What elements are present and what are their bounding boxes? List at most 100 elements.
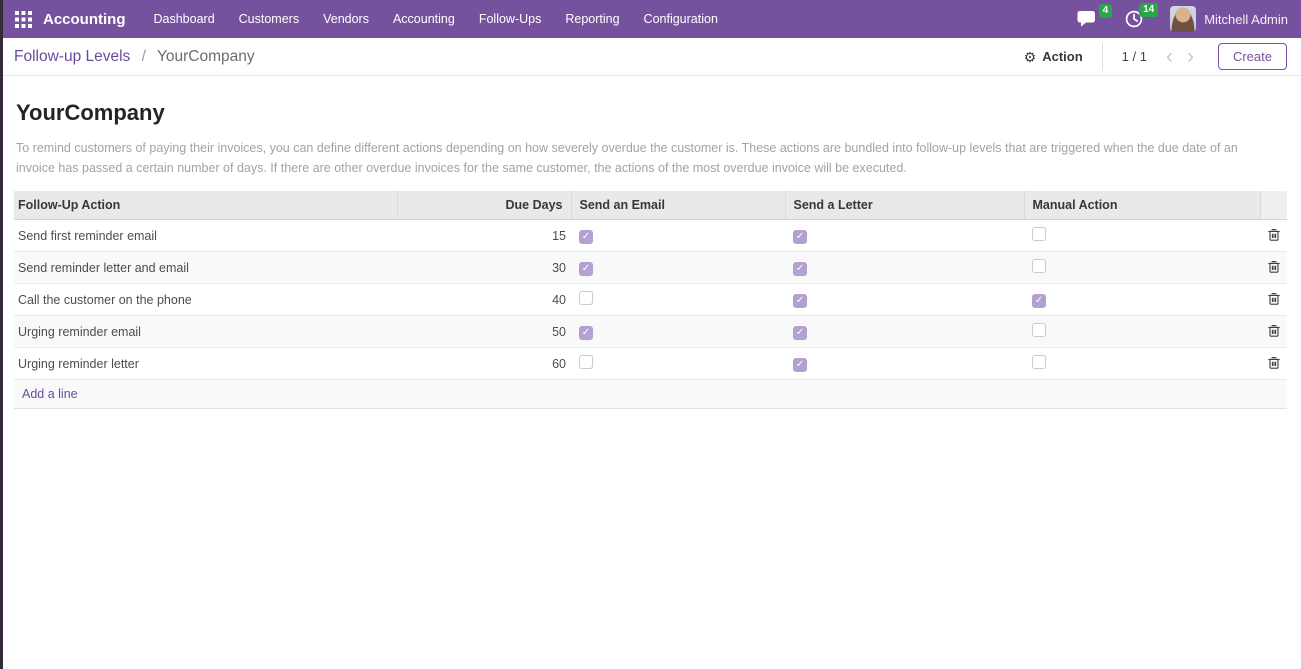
form-view: YourCompany To remind customers of payin… — [0, 76, 1301, 409]
breadcrumb-separator: / — [142, 48, 146, 65]
trash-icon — [1268, 356, 1280, 369]
pager-next-button[interactable]: › — [1180, 46, 1201, 67]
cell-manual-action — [1024, 252, 1260, 284]
column-header-due-days[interactable]: Due Days — [397, 191, 571, 220]
user-menu[interactable]: Mitchell Admin — [1170, 6, 1288, 32]
checkbox-send-an-email[interactable] — [579, 291, 593, 305]
table-row: Call the customer on the phone40 — [14, 284, 1287, 316]
column-header-delete — [1260, 191, 1287, 220]
cell-send-email — [571, 348, 785, 380]
trash-icon — [1268, 324, 1280, 337]
table-row: Send reminder letter and email30 — [14, 252, 1287, 284]
window-left-edge — [0, 0, 3, 669]
pager: 1 / 1 ‹ › — [1122, 46, 1201, 67]
cell-manual-action — [1024, 348, 1260, 380]
cell-follow-up-action[interactable]: Urging reminder letter — [14, 348, 397, 380]
delete-row-button[interactable] — [1268, 228, 1280, 241]
add-line-row: Add a line — [14, 380, 1287, 409]
column-header-send-a-letter[interactable]: Send a Letter — [785, 191, 1024, 220]
table-row: Urging reminder email50 — [14, 316, 1287, 348]
cell-follow-up-action[interactable]: Urging reminder email — [14, 316, 397, 348]
menu-vendors[interactable]: Vendors — [311, 0, 381, 38]
follow-up-levels-table: Follow-Up ActionDue DaysSend an EmailSen… — [14, 191, 1287, 409]
cell-due-days[interactable]: 30 — [397, 252, 571, 284]
checkbox-manual-action[interactable] — [1032, 355, 1046, 369]
checkbox-send-a-letter[interactable] — [793, 294, 807, 308]
breadcrumb-follow-up-levels[interactable]: Follow-up Levels — [14, 48, 130, 65]
menu-dashboard[interactable]: Dashboard — [142, 0, 227, 38]
checkbox-send-an-email[interactable] — [579, 355, 593, 369]
page-title: YourCompany — [16, 100, 1287, 126]
checkbox-send-an-email[interactable] — [579, 262, 593, 276]
checkbox-send-an-email[interactable] — [579, 326, 593, 340]
cell-due-days[interactable]: 15 — [397, 220, 571, 252]
delete-row-button[interactable] — [1268, 260, 1280, 273]
control-panel: Follow-up Levels / YourCompany ⚙ Action … — [0, 38, 1301, 76]
cell-delete — [1260, 252, 1287, 284]
breadcrumb-current: YourCompany — [157, 48, 255, 65]
add-line-cell: Add a line — [14, 380, 1287, 409]
cell-send-letter — [785, 316, 1024, 348]
messages-button[interactable]: 4 — [1070, 6, 1104, 33]
top-menu: DashboardCustomersVendorsAccountingFollo… — [142, 0, 730, 38]
cell-manual-action — [1024, 316, 1260, 348]
cell-follow-up-action[interactable]: Send reminder letter and email — [14, 252, 397, 284]
table-row: Urging reminder letter60 — [14, 348, 1287, 380]
trash-icon — [1268, 228, 1280, 241]
cell-follow-up-action[interactable]: Send first reminder email — [14, 220, 397, 252]
cell-delete — [1260, 220, 1287, 252]
menu-customers[interactable]: Customers — [227, 0, 311, 38]
menu-configuration[interactable]: Configuration — [632, 0, 730, 38]
apps-grid-icon[interactable] — [15, 11, 32, 28]
cell-manual-action — [1024, 284, 1260, 316]
checkbox-send-an-email[interactable] — [579, 230, 593, 244]
column-header-manual-action[interactable]: Manual Action — [1024, 191, 1260, 220]
menu-reporting[interactable]: Reporting — [553, 0, 631, 38]
table-body: Send first reminder email15Send reminder… — [14, 220, 1287, 409]
breadcrumb: Follow-up Levels / YourCompany — [14, 48, 255, 66]
app-brand[interactable]: Accounting — [43, 11, 126, 28]
top-navbar: Accounting DashboardCustomersVendorsAcco… — [0, 0, 1301, 38]
checkbox-send-a-letter[interactable] — [793, 326, 807, 340]
cell-due-days[interactable]: 40 — [397, 284, 571, 316]
trash-icon — [1268, 292, 1280, 305]
trash-icon — [1268, 260, 1280, 273]
checkbox-send-a-letter[interactable] — [793, 230, 807, 244]
cell-delete — [1260, 348, 1287, 380]
checkbox-manual-action[interactable] — [1032, 227, 1046, 241]
user-avatar — [1170, 6, 1196, 32]
cell-due-days[interactable]: 50 — [397, 316, 571, 348]
cell-send-email — [571, 316, 785, 348]
checkbox-send-a-letter[interactable] — [793, 262, 807, 276]
create-button[interactable]: Create — [1218, 43, 1287, 70]
activities-button[interactable]: 14 — [1118, 5, 1150, 33]
cell-due-days[interactable]: 60 — [397, 348, 571, 380]
action-menu-label: Action — [1042, 49, 1082, 64]
menu-follow-ups[interactable]: Follow-Ups — [467, 0, 554, 38]
delete-row-button[interactable] — [1268, 324, 1280, 337]
pager-previous-button[interactable]: ‹ — [1159, 46, 1180, 67]
checkbox-manual-action[interactable] — [1032, 323, 1046, 337]
column-header-send-an-email[interactable]: Send an Email — [571, 191, 785, 220]
delete-row-button[interactable] — [1268, 292, 1280, 305]
cell-delete — [1260, 284, 1287, 316]
menu-accounting[interactable]: Accounting — [381, 0, 467, 38]
table-header: Follow-Up ActionDue DaysSend an EmailSen… — [14, 191, 1287, 220]
checkbox-send-a-letter[interactable] — [793, 358, 807, 372]
topbar-systray: 4 14 Mitchell Admin — [1070, 5, 1288, 33]
column-header-follow-up-action[interactable]: Follow-Up Action — [14, 191, 397, 220]
checkbox-manual-action[interactable] — [1032, 259, 1046, 273]
add-a-line-link[interactable]: Add a line — [22, 387, 78, 401]
action-menu-button[interactable]: ⚙ Action — [1024, 49, 1083, 64]
checkbox-manual-action[interactable] — [1032, 294, 1046, 308]
cell-send-letter — [785, 252, 1024, 284]
table-row: Send first reminder email15 — [14, 220, 1287, 252]
table-header-row: Follow-Up ActionDue DaysSend an EmailSen… — [14, 191, 1287, 220]
cell-send-letter — [785, 348, 1024, 380]
delete-row-button[interactable] — [1268, 356, 1280, 369]
control-panel-divider — [1102, 43, 1103, 71]
activities-badge: 14 — [1139, 3, 1158, 17]
help-description: To remind customers of paying their invo… — [16, 139, 1274, 178]
chat-icon — [1077, 11, 1097, 28]
cell-follow-up-action[interactable]: Call the customer on the phone — [14, 284, 397, 316]
